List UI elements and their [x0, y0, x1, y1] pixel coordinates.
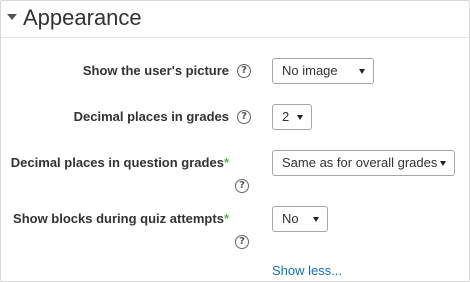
decimal-places-select[interactable]: 2	[272, 104, 312, 130]
field-label-show-blocks: Show blocks during quiz attempts*	[13, 210, 229, 228]
show-blocks-select[interactable]: No	[272, 206, 328, 232]
required-marker: *	[223, 155, 229, 170]
help-icon[interactable]: ?	[235, 235, 249, 249]
select-value: 2	[282, 109, 290, 124]
chevron-down-icon[interactable]	[7, 14, 17, 20]
user-picture-select[interactable]: No image	[272, 58, 374, 84]
appearance-panel: Appearance Show the user's picture ? No …	[0, 0, 470, 282]
dropdown-arrow-icon	[440, 161, 446, 166]
field-label-text: Show the user's picture	[82, 63, 229, 78]
section-header[interactable]: Appearance	[1, 1, 469, 38]
field-label-question-decimal-places: Decimal places in question grades*	[11, 154, 229, 172]
field-label-text: Show blocks during quiz attempts	[13, 211, 224, 226]
dropdown-arrow-icon	[313, 217, 319, 222]
required-marker: *	[223, 211, 229, 226]
field-label-text: Decimal places in question grades	[10, 155, 224, 170]
show-less-link[interactable]: Show less...	[272, 263, 342, 279]
dropdown-arrow-icon	[359, 69, 365, 74]
field-label-text: Decimal places in grades	[73, 109, 229, 124]
dropdown-arrow-icon	[297, 115, 303, 120]
help-icon[interactable]: ?	[237, 64, 251, 78]
select-value: Same as for overall grades	[282, 155, 438, 170]
question-decimal-places-select[interactable]: Same as for overall grades	[272, 150, 455, 176]
field-label-user-picture: Show the user's picture	[83, 62, 229, 80]
field-label-decimal-places: Decimal places in grades	[74, 108, 229, 126]
section-title: Appearance	[23, 5, 142, 30]
select-value: No image	[282, 63, 338, 78]
select-value: No	[282, 211, 299, 226]
help-icon[interactable]: ?	[235, 179, 249, 193]
help-icon[interactable]: ?	[237, 110, 251, 124]
